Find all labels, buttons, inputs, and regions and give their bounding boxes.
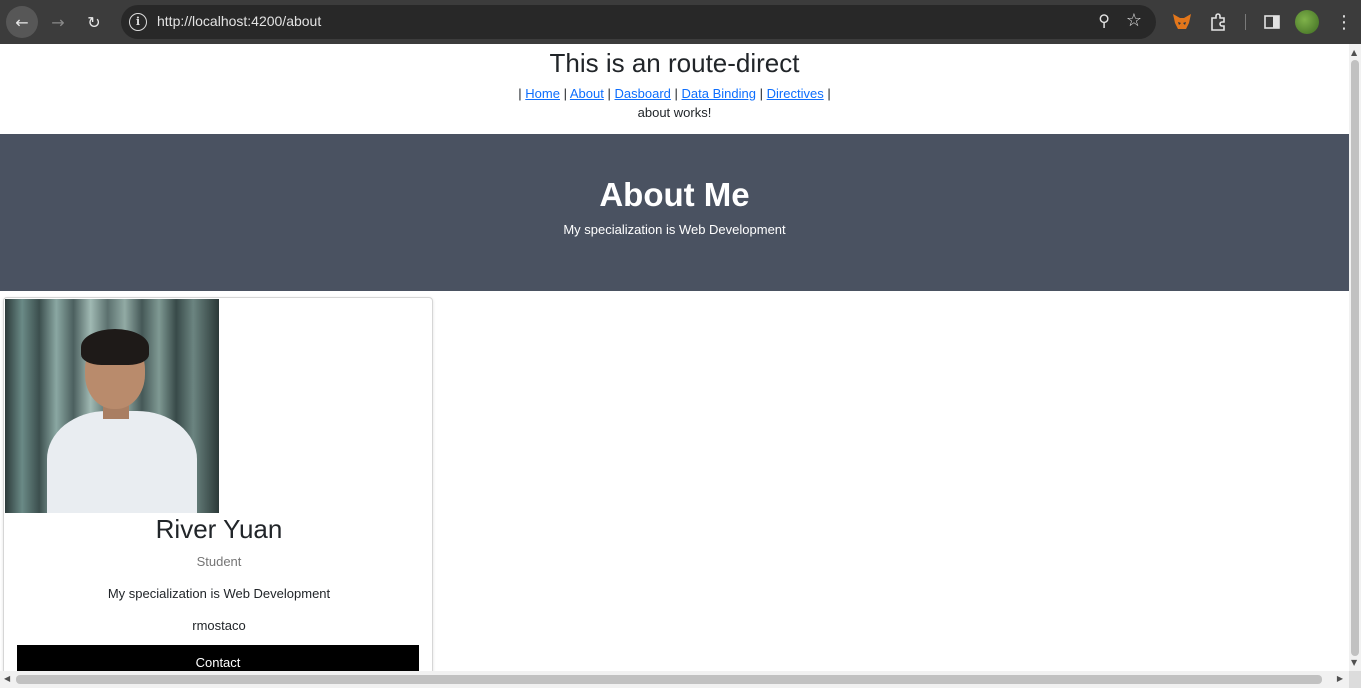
hero-subheading: My specialization is Web Development (563, 222, 786, 237)
horizontal-scrollbar[interactable]: ◀ ▶ (0, 671, 1349, 688)
scroll-down-arrow-icon[interactable]: ▼ (1351, 658, 1357, 667)
side-panel-icon[interactable] (1258, 8, 1286, 36)
scroll-left-arrow-icon[interactable]: ◀ (4, 674, 10, 683)
hero-heading: About Me (599, 176, 750, 213)
scroll-right-arrow-icon[interactable]: ▶ (1337, 674, 1343, 683)
horizontal-scroll-thumb[interactable] (16, 675, 1322, 684)
contact-button[interactable]: Contact (17, 645, 419, 671)
metamask-fox-icon[interactable] (1168, 8, 1196, 36)
profile-specialization: My specialization is Web Development (107, 586, 331, 601)
scrollbar-corner (1349, 671, 1361, 688)
vertical-scroll-thumb[interactable] (1351, 60, 1359, 656)
kebab-menu-icon[interactable]: ⋮ (1330, 8, 1358, 36)
vertical-scrollbar[interactable]: ▲ ▼ (1349, 44, 1361, 671)
back-arrow-icon[interactable]: ← (6, 6, 38, 38)
profile-photo (5, 299, 219, 513)
profile-handle: rmostaco (192, 618, 246, 633)
zoom-icon[interactable]: ⚲ (1098, 11, 1110, 30)
nav-link-home[interactable]: Home (525, 86, 560, 101)
nav-separator: | (674, 86, 678, 101)
nav-separator: | (607, 86, 611, 101)
nav-separator: | (518, 86, 522, 101)
nav-link-data-binding[interactable]: Data Binding (682, 86, 756, 101)
forward-arrow-icon[interactable]: → (42, 6, 74, 38)
reload-icon[interactable]: ↻ (78, 6, 110, 38)
toolbar-divider (1245, 14, 1246, 30)
nav-link-about[interactable]: About (570, 86, 604, 101)
extensions-puzzle-icon[interactable] (1204, 8, 1232, 36)
profile-role: Student (196, 554, 242, 569)
nav-separator: | (827, 86, 831, 101)
nav-separator: | (563, 86, 567, 101)
profile-name: River Yuan (155, 514, 283, 544)
profile-avatar-icon[interactable] (1293, 8, 1321, 36)
url-text[interactable]: http://localhost:4200/about (157, 13, 321, 29)
nav-link-dasboard[interactable]: Dasboard (615, 86, 671, 101)
scroll-up-arrow-icon[interactable]: ▲ (1351, 48, 1357, 57)
route-status-text: about works! (637, 105, 712, 120)
nav-link-directives[interactable]: Directives (767, 86, 824, 101)
browser-toolbar: ← → ↻ i http://localhost:4200/about ⚲ ☆ … (0, 0, 1361, 44)
address-bar[interactable]: i http://localhost:4200/about ⚲ ☆ (121, 5, 1156, 39)
main-nav: | Home | About | Dasboard | Data Binding… (0, 86, 1349, 101)
page-viewport: This is an route-direct | Home | About |… (0, 44, 1349, 671)
bookmark-star-icon[interactable]: ☆ (1126, 10, 1142, 31)
site-info-icon[interactable]: i (129, 13, 147, 31)
profile-card: River Yuan Student My specialization is … (3, 297, 433, 671)
nav-separator: | (759, 86, 763, 101)
about-hero-banner: About Me My specialization is Web Develo… (0, 134, 1349, 291)
site-title: This is an route-direct (549, 48, 800, 78)
